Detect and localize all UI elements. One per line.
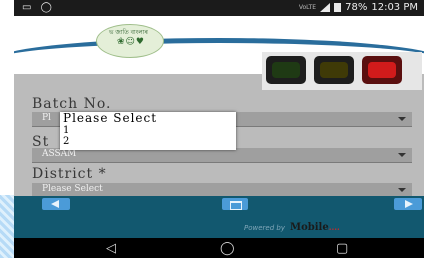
brand-logo: Mobile.... — [290, 222, 340, 233]
batch-label: Batch No. — [32, 96, 112, 112]
phone-screen: ▭ ◯ VoLTE 78% 12:03 PM ভ জাতি বাংলাৰ ❀☺♥… — [14, 0, 424, 258]
footer-bar: Powered by Mobile.... — [14, 196, 424, 238]
notification-icons: ▭ ◯ — [22, 2, 55, 13]
back-icon[interactable]: ◁ — [106, 241, 116, 256]
status-right: VoLTE 78% 12:03 PM — [299, 2, 418, 13]
red-light-icon — [362, 56, 402, 84]
status-bar: ▭ ◯ VoLTE 78% 12:03 PM — [14, 0, 424, 16]
next-button[interactable] — [394, 198, 422, 210]
dropdown-option-1[interactable]: 1 — [60, 125, 236, 136]
amber-light-icon — [314, 56, 354, 84]
brand-name: Mobile — [290, 222, 329, 233]
clock: 12:03 PM — [371, 2, 418, 13]
powered-by-text: Powered by — [244, 224, 285, 232]
arrow-left-icon — [51, 200, 59, 208]
recent-apps-icon[interactable]: ▢ — [336, 241, 348, 256]
batch-select-value: Pl — [42, 113, 51, 123]
save-icon — [230, 201, 242, 210]
batch-dropdown-list: Please Select 1 2 — [60, 112, 236, 150]
state-select-value: ASSAM — [42, 149, 77, 159]
green-light-icon — [266, 56, 306, 84]
chevron-down-icon — [398, 153, 406, 157]
battery-percent: 78% — [345, 2, 368, 13]
previous-button[interactable] — [42, 198, 70, 210]
dropdown-option-2[interactable]: 2 — [60, 136, 236, 147]
android-navigation-bar: ◁ ◯ ▢ — [14, 238, 424, 258]
logo-emblem-icon: ❀☺♥ — [117, 37, 145, 47]
district-select-value: Please Select — [42, 184, 103, 194]
district-label: District * — [32, 166, 107, 182]
signal-icon — [320, 3, 331, 12]
home-icon[interactable]: ◯ — [220, 241, 235, 256]
brand-accent: .... — [328, 222, 340, 232]
dropdown-option-please-select[interactable]: Please Select — [60, 112, 236, 125]
state-select[interactable]: ASSAM — [32, 148, 412, 163]
volte-label: VoLTE — [298, 4, 317, 11]
traffic-lights — [262, 52, 422, 90]
chevron-down-icon — [398, 188, 406, 192]
app-logo: ভ জাতি বাংলাৰ ❀☺♥ — [96, 24, 164, 58]
battery-icon — [334, 3, 342, 12]
save-button[interactable] — [222, 198, 248, 210]
arrow-right-icon — [405, 200, 413, 208]
chevron-down-icon — [398, 117, 406, 121]
